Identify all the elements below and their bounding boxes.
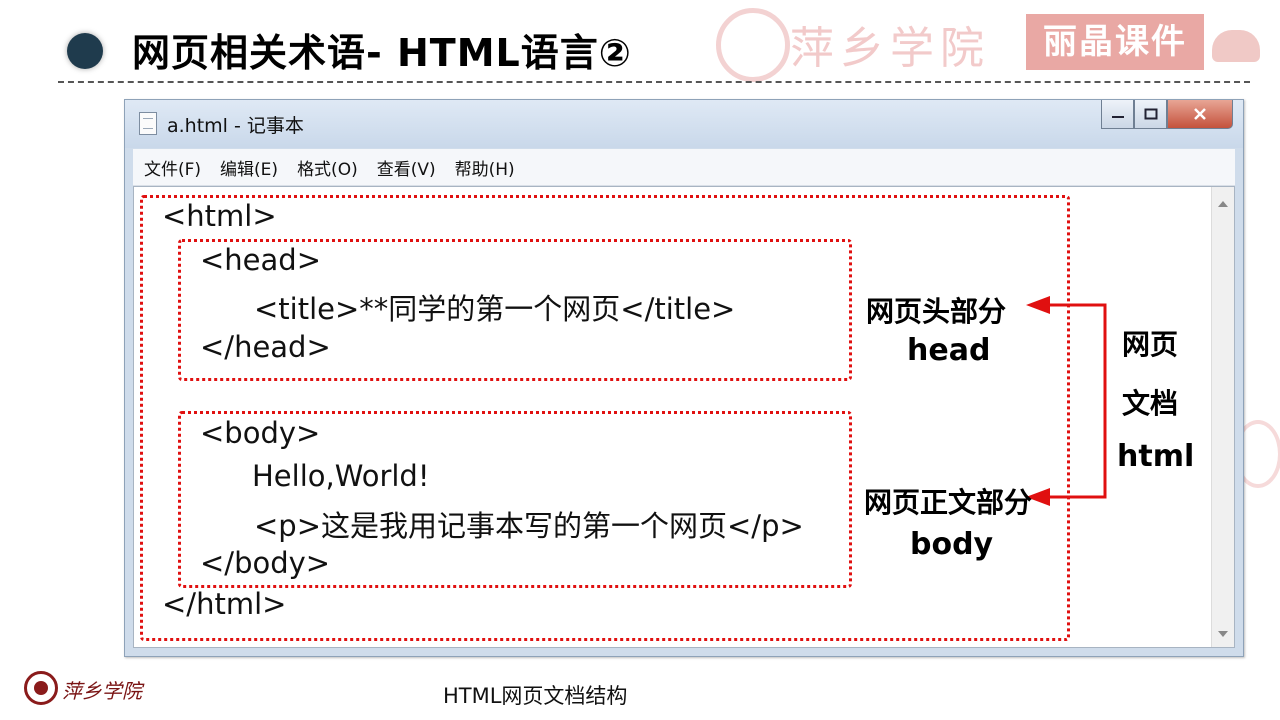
document-label-line1: 网页 [1122, 328, 1179, 361]
code-line-html-open: <html> [162, 199, 277, 233]
window-titlebar[interactable]: a.html - 记事本 [125, 100, 1243, 148]
slide-caption: HTML网页文档结构 [443, 684, 628, 708]
notepad-doc-icon [139, 112, 157, 135]
code-line-body-close: </body> [200, 546, 331, 580]
school-name-watermark: 萍乡学院 [790, 23, 990, 74]
close-icon [1194, 108, 1206, 120]
menu-edit[interactable]: 编辑(E) [220, 155, 278, 180]
code-line-html-close: </html> [162, 587, 287, 621]
brand-cloud-icon [1212, 30, 1260, 62]
minimize-button[interactable] [1101, 100, 1134, 129]
maximize-icon [1144, 108, 1157, 120]
title-divider [58, 81, 1250, 83]
slide-title: 网页相关术语- HTML语言② [132, 31, 632, 75]
footer-school-name: 萍乡学院 [62, 679, 142, 703]
head-section-label: 网页头部分 [866, 295, 1007, 328]
close-button[interactable] [1167, 100, 1233, 129]
body-section-label: 网页正文部分 [864, 486, 1033, 519]
window-controls [1101, 100, 1233, 132]
menu-help[interactable]: 帮助(H) [455, 155, 515, 180]
scroll-up-arrow-icon[interactable] [1218, 201, 1228, 207]
code-line-head-open: <head> [200, 243, 321, 277]
code-line-hello: Hello,World! [252, 459, 430, 493]
school-seal-watermark [716, 8, 790, 82]
code-line-paragraph: <p>这是我用记事本写的第一个网页</p> [254, 509, 804, 543]
maximize-button[interactable] [1134, 100, 1167, 129]
code-line-head-close: </head> [200, 330, 331, 364]
minimize-icon [1111, 116, 1124, 118]
menu-view[interactable]: 查看(V) [377, 155, 436, 180]
vertical-scrollbar[interactable] [1211, 187, 1234, 647]
scroll-down-arrow-icon[interactable] [1218, 631, 1228, 637]
document-label-line2: 文档 [1122, 387, 1179, 420]
body-tag-label: body [910, 527, 994, 562]
code-line-body-open: <body> [200, 416, 321, 450]
brand-badge: 丽晶课件 [1026, 14, 1204, 70]
code-line-title: <title>**同学的第一个网页</title> [254, 292, 736, 326]
menu-file[interactable]: 文件(F) [144, 155, 201, 180]
document-tag-label: html [1117, 439, 1195, 474]
title-bullet-icon [67, 33, 103, 69]
head-tag-label: head [907, 333, 991, 368]
school-logo-icon [24, 671, 58, 705]
menu-format[interactable]: 格式(O) [297, 155, 358, 180]
menu-bar: 文件(F) 编辑(E) 格式(O) 查看(V) 帮助(H) [133, 149, 1235, 186]
window-title: a.html - 记事本 [167, 115, 304, 137]
